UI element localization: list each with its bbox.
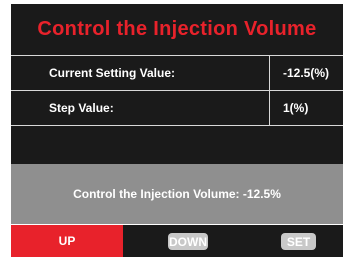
up-button[interactable]: UP (11, 225, 123, 257)
current-setting-label: Current Setting Value: (11, 56, 270, 90)
set-button[interactable]: SET (281, 233, 316, 250)
settings-table: Current Setting Value: -12.5(%) Step Val… (11, 55, 343, 126)
status-bar: Control the Injection Volume: -12.5% (11, 164, 343, 224)
empty-panel (11, 126, 343, 164)
button-bar: UP DOWN SET (11, 225, 343, 257)
down-button[interactable]: DOWN (168, 233, 208, 250)
page-title: Control the Injection Volume (37, 18, 317, 40)
step-value-label: Step Value: (11, 91, 270, 125)
current-setting-value: -12.5(%) (283, 66, 330, 80)
title-bar: Control the Injection Volume (11, 4, 343, 55)
status-text: Control the Injection Volume: -12.5% (73, 187, 281, 201)
injection-volume-screen: Control the Injection Volume Current Set… (0, 0, 343, 257)
settings-row-step-value: Step Value: 1(%) (11, 91, 343, 126)
step-value-value: 1(%) (283, 101, 309, 115)
settings-row-current-value: Current Setting Value: -12.5(%) (11, 55, 343, 91)
